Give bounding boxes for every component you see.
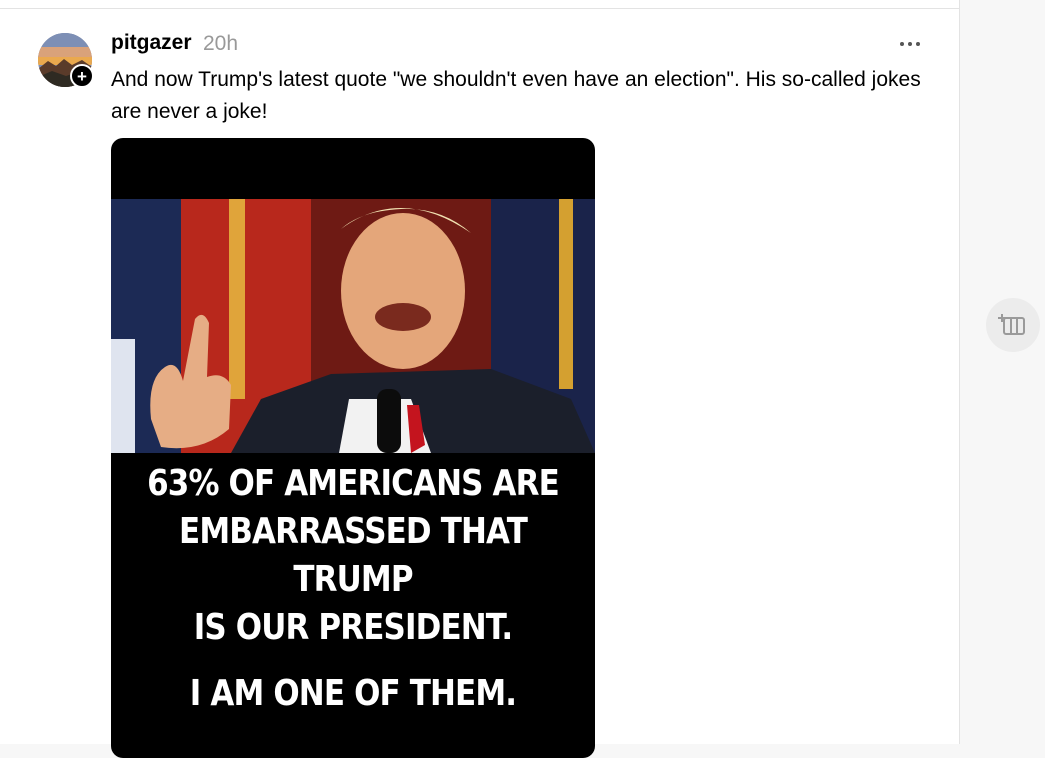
post-timestamp[interactable]: 20h bbox=[203, 32, 238, 56]
meme-caption: 63% OF AMERICANS ARE EMBARRASSED THAT TR… bbox=[145, 460, 561, 718]
caption-line: I AM ONE OF THEM. bbox=[189, 673, 517, 714]
add-column-icon[interactable] bbox=[986, 298, 1040, 352]
meme-photo bbox=[111, 199, 595, 453]
caption-line: 63% OF AMERICANS ARE bbox=[147, 463, 560, 504]
divider bbox=[0, 8, 960, 9]
caption-line: IS OUR PRESIDENT. bbox=[193, 607, 513, 648]
feed-column: + pitgazer 20h And now Trump's latest qu… bbox=[0, 0, 960, 758]
more-options-icon[interactable] bbox=[893, 32, 927, 56]
caption-line: EMBARRASSED THAT TRUMP bbox=[179, 511, 528, 600]
post-username[interactable]: pitgazer bbox=[111, 31, 192, 55]
follow-plus-icon[interactable]: + bbox=[70, 64, 94, 88]
avatar-container[interactable]: + bbox=[38, 33, 94, 89]
post-body-text: And now Trump's latest quote "we shouldn… bbox=[111, 68, 921, 123]
post-image[interactable]: 63% OF AMERICANS ARE EMBARRASSED THAT TR… bbox=[111, 138, 595, 758]
